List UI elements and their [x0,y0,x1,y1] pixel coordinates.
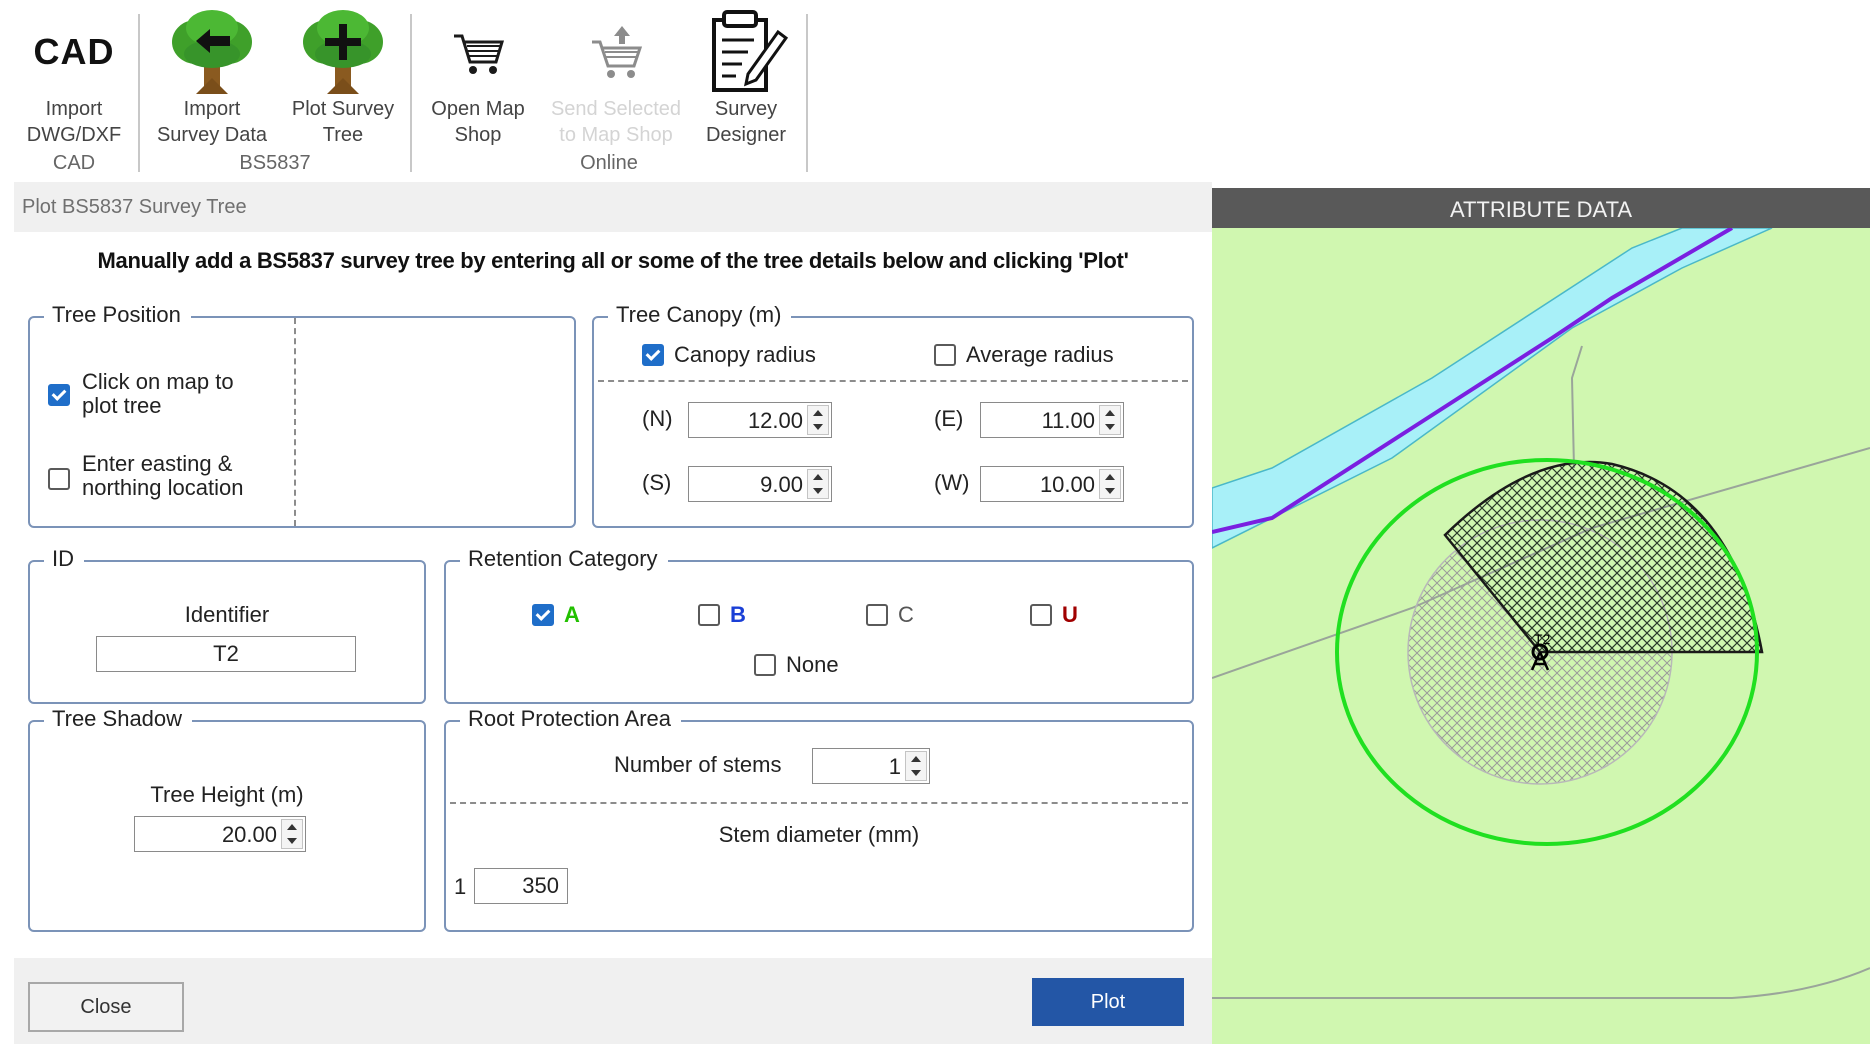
tree-shadow-group: Tree Shadow Tree Height (m) 20.00 [28,706,426,932]
rpa-title: Root Protection Area [460,706,682,732]
spinner-arrows-icon[interactable] [1099,405,1121,435]
dialog-footer: Close Plot [14,958,1212,1044]
send-selected-to-map-shop-button[interactable]: Send Selected to Map Shop [548,8,684,148]
tree-import-icon [150,8,274,96]
click-on-map-label: Click on map to plot tree [82,369,234,418]
ribbon-group-cad: CAD [52,152,96,174]
id-title: ID [44,546,84,572]
number-of-stems-label: Number of stems [614,752,782,777]
id-group: ID Identifier T2 [28,546,426,704]
spinner-arrows-icon[interactable] [1099,469,1121,499]
tree-map-label: T2 [1534,631,1551,647]
retention-a-checkbox[interactable] [532,604,554,626]
stem-diameter-input[interactable]: 350 [474,868,568,904]
canopy-s-spinner[interactable]: 9.00 [688,466,832,502]
enter-easting-checkbox[interactable] [48,468,70,490]
spinner-arrows-icon[interactable] [281,819,303,849]
click-on-map-checkbox[interactable] [48,384,70,406]
retention-none-checkbox[interactable] [754,654,776,676]
ribbon-group-online: Online [580,152,638,174]
retention-b-checkbox[interactable] [698,604,720,626]
root-protection-area-group: Root Protection Area Number of stems 1 S… [444,706,1194,932]
retention-b-label: B [730,602,746,627]
tree-shadow-title: Tree Shadow [44,706,193,732]
tree-height-label: Tree Height (m) [150,782,304,807]
canopy-n-spinner[interactable]: 12.00 [688,402,832,438]
spinner-arrows-icon[interactable] [905,751,927,781]
average-radius-checkbox[interactable] [934,344,956,366]
spinner-arrows-icon[interactable] [807,469,829,499]
plot-button[interactable]: Plot [1032,978,1184,1026]
canopy-e-spinner[interactable]: 11.00 [980,402,1124,438]
plot-tree-dialog: Plot BS5837 Survey Tree Manually add a B… [14,182,1212,1044]
import-dwg-dxf-button[interactable]: CAD Import DWG/DXF [14,8,134,148]
open-map-shop-button[interactable]: Open Map Shop [422,8,534,148]
tree-position-title: Tree Position [44,302,191,328]
tree-canopy-group: Tree Canopy (m) Canopy radius Average ra… [592,302,1194,528]
identifier-input[interactable]: T2 [96,636,356,672]
ribbon-group-bs5837: BS5837 [239,152,311,174]
divider [294,318,296,526]
retention-u-label: U [1062,602,1078,627]
tree-height-spinner[interactable]: 20.00 [134,816,306,852]
average-radius-label: Average radius [966,342,1114,367]
canopy-w-label: (W) [934,470,970,495]
plot-survey-tree-button[interactable]: Plot Survey Tree [286,8,400,148]
identifier-label: Identifier [184,602,270,627]
canopy-w-spinner[interactable]: 10.00 [980,466,1124,502]
ribbon-separator [410,14,412,172]
tree-canopy-title: Tree Canopy (m) [608,302,792,328]
shopping-cart-icon [422,8,534,96]
retention-c-checkbox[interactable] [866,604,888,626]
tree-position-group: Tree Position Click on map to plot tree … [28,302,576,528]
map-canvas[interactable]: T2 [1212,228,1870,1044]
dialog-title: Plot BS5837 Survey Tree [14,182,1212,232]
attribute-data-header: ATTRIBUTE DATA [1212,188,1870,228]
cad-icon: CAD [33,31,115,72]
canopy-n-label: (N) [642,406,673,431]
cart-upload-icon [548,8,684,96]
instruction-text: Manually add a BS5837 survey tree by ent… [97,248,1129,273]
canopy-e-label: (E) [934,406,964,431]
ribbon-separator [806,14,808,172]
canopy-radius-checkbox[interactable] [642,344,664,366]
tree-add-icon [286,8,400,96]
divider [598,380,1188,382]
ribbon-toolbar: CAD Import DWG/DXF CAD Import Survey Dat… [0,0,1870,185]
stem-diameter-label: Stem diameter (mm) [718,822,920,847]
enter-easting-label: Enter easting & northing location [82,451,244,500]
spinner-arrows-icon[interactable] [807,405,829,435]
canopy-radius-label: Canopy radius [674,342,816,367]
divider [450,802,1188,804]
retention-category-title: Retention Category [460,546,668,572]
map-drawing: T2 [1212,228,1870,999]
survey-designer-button[interactable]: Survey Designer [696,8,796,148]
document-edit-icon [696,8,796,96]
import-survey-data-button[interactable]: Import Survey Data [150,8,274,148]
ribbon-separator [138,14,140,172]
number-of-stems-spinner[interactable]: 1 [812,748,930,784]
retention-u-checkbox[interactable] [1030,604,1052,626]
stem-index-label: 1 [454,874,467,899]
canopy-s-label: (S) [642,470,672,495]
retention-none-label: None [786,652,839,677]
retention-category-group: Retention Category A B C U None [444,546,1194,704]
retention-c-label: C [898,602,914,627]
retention-a-label: A [564,602,580,627]
close-button[interactable]: Close [28,982,184,1032]
